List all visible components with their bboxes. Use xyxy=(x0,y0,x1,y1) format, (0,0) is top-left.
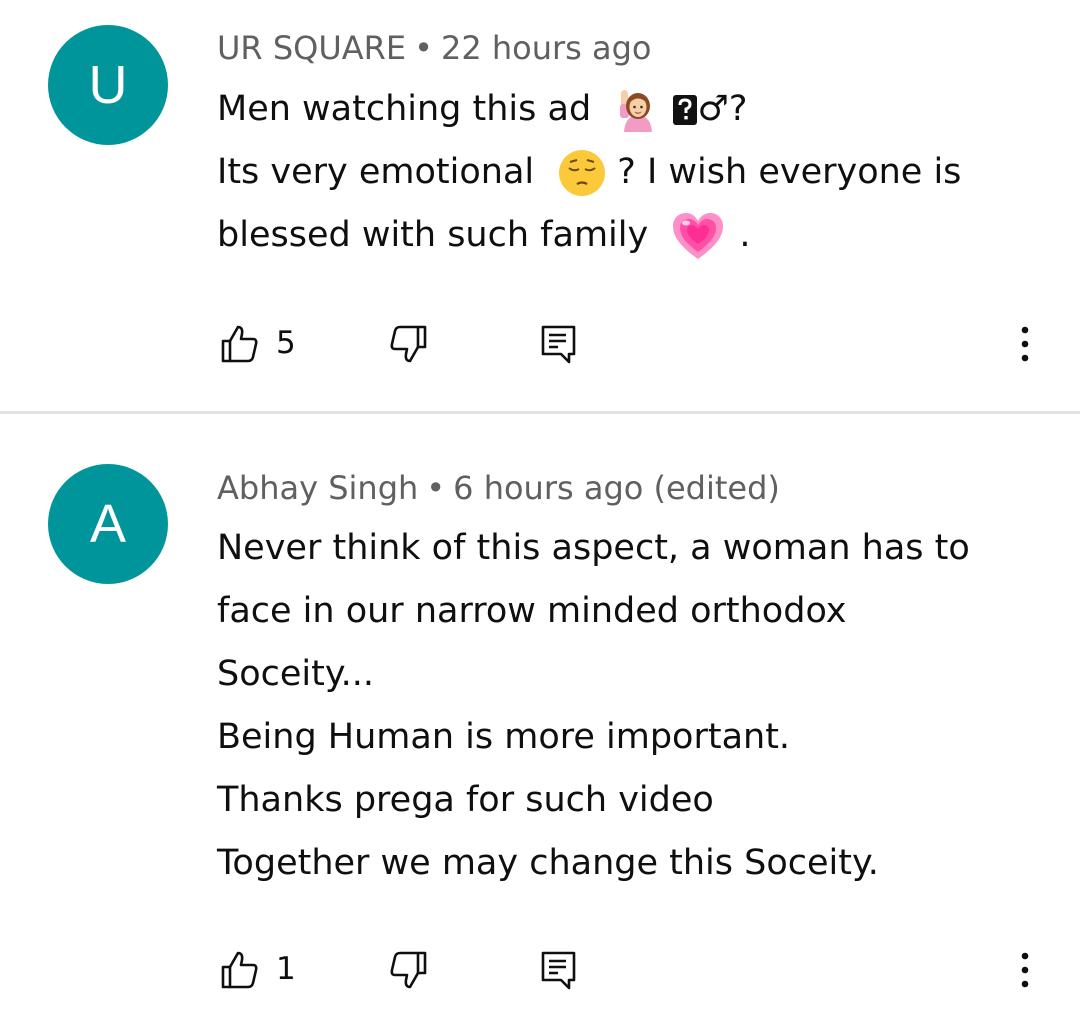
comment-line-text: ? I wish everyone is xyxy=(617,152,962,192)
comment-line: Its very emotional ? I wish everyone is xyxy=(217,141,1047,204)
more-vertical-icon[interactable] xyxy=(1010,950,1040,990)
thumbs-up-icon[interactable] xyxy=(220,950,260,990)
like-count: 1 xyxy=(276,951,296,987)
comment-line: blessed with such family . xyxy=(217,204,1047,267)
replacement-glyph-icon xyxy=(673,95,698,125)
comment-line: Never think of this aspect, a woman has … xyxy=(217,528,970,568)
comment-meta: UR SQUARE • 22 hours ago xyxy=(217,32,652,64)
timestamp[interactable]: 22 hours ago xyxy=(441,29,652,67)
comment-text: Men watching this ad ♂? Its very emotion… xyxy=(217,78,1047,267)
pensive-face-emoji xyxy=(559,150,606,196)
avatar-letter: U xyxy=(88,55,128,115)
more-vertical-icon[interactable] xyxy=(1010,324,1040,364)
comment-line: Men watching this ad ♂? xyxy=(217,78,1047,141)
meta-separator: • xyxy=(426,469,446,507)
reply-comment-icon[interactable] xyxy=(540,324,580,364)
thumbs-down-icon[interactable] xyxy=(388,324,428,364)
comment-line: Together we may change this Soceity. xyxy=(217,843,879,883)
comment-meta: Abhay Singh • 6 hours ago (edited) xyxy=(217,472,780,504)
avatar[interactable]: U xyxy=(48,25,168,145)
growing-heart-emoji xyxy=(673,213,724,259)
comment-text: Never think of this aspect, a woman has … xyxy=(217,517,1047,895)
meta-separator: • xyxy=(414,29,433,67)
comment-actions: 5 xyxy=(0,312,1080,372)
comment-actions: 1 xyxy=(0,938,1080,998)
male-sign: ♂ xyxy=(697,89,729,129)
like-count: 5 xyxy=(276,325,296,361)
comment-inline-text: ? xyxy=(728,89,748,129)
avatar-letter: A xyxy=(89,494,127,554)
comment-line-text: blessed with such family xyxy=(217,215,649,255)
author-name[interactable]: Abhay Singh xyxy=(217,469,418,507)
timestamp[interactable]: 6 hours ago xyxy=(453,469,643,507)
avatar[interactable]: A xyxy=(48,464,168,584)
raising-hand-woman-emoji xyxy=(620,90,653,132)
reply-comment-icon[interactable] xyxy=(540,950,580,990)
comment-line: Being Human is more important. xyxy=(217,717,791,757)
comment-thread: U UR SQUARE • 22 hours ago Men watching th… xyxy=(0,0,1080,412)
comment-thread: A Abhay Singh • 6 hours ago (edited) Never… xyxy=(0,414,1080,1030)
comment-line: face in our narrow minded orthodox xyxy=(217,591,847,631)
comment-line: Thanks prega for such video xyxy=(217,780,714,820)
edited-label: (edited) xyxy=(653,469,780,507)
comment-line: Soceity... xyxy=(217,654,374,694)
thumbs-up-icon[interactable] xyxy=(220,324,260,364)
thumbs-down-icon[interactable] xyxy=(388,950,428,990)
comment-line-text: Men watching this ad xyxy=(217,89,592,129)
comment-line-text: . xyxy=(739,215,751,255)
author-name[interactable]: UR SQUARE xyxy=(217,29,406,67)
comment-line-text: Its very emotional xyxy=(217,152,535,192)
